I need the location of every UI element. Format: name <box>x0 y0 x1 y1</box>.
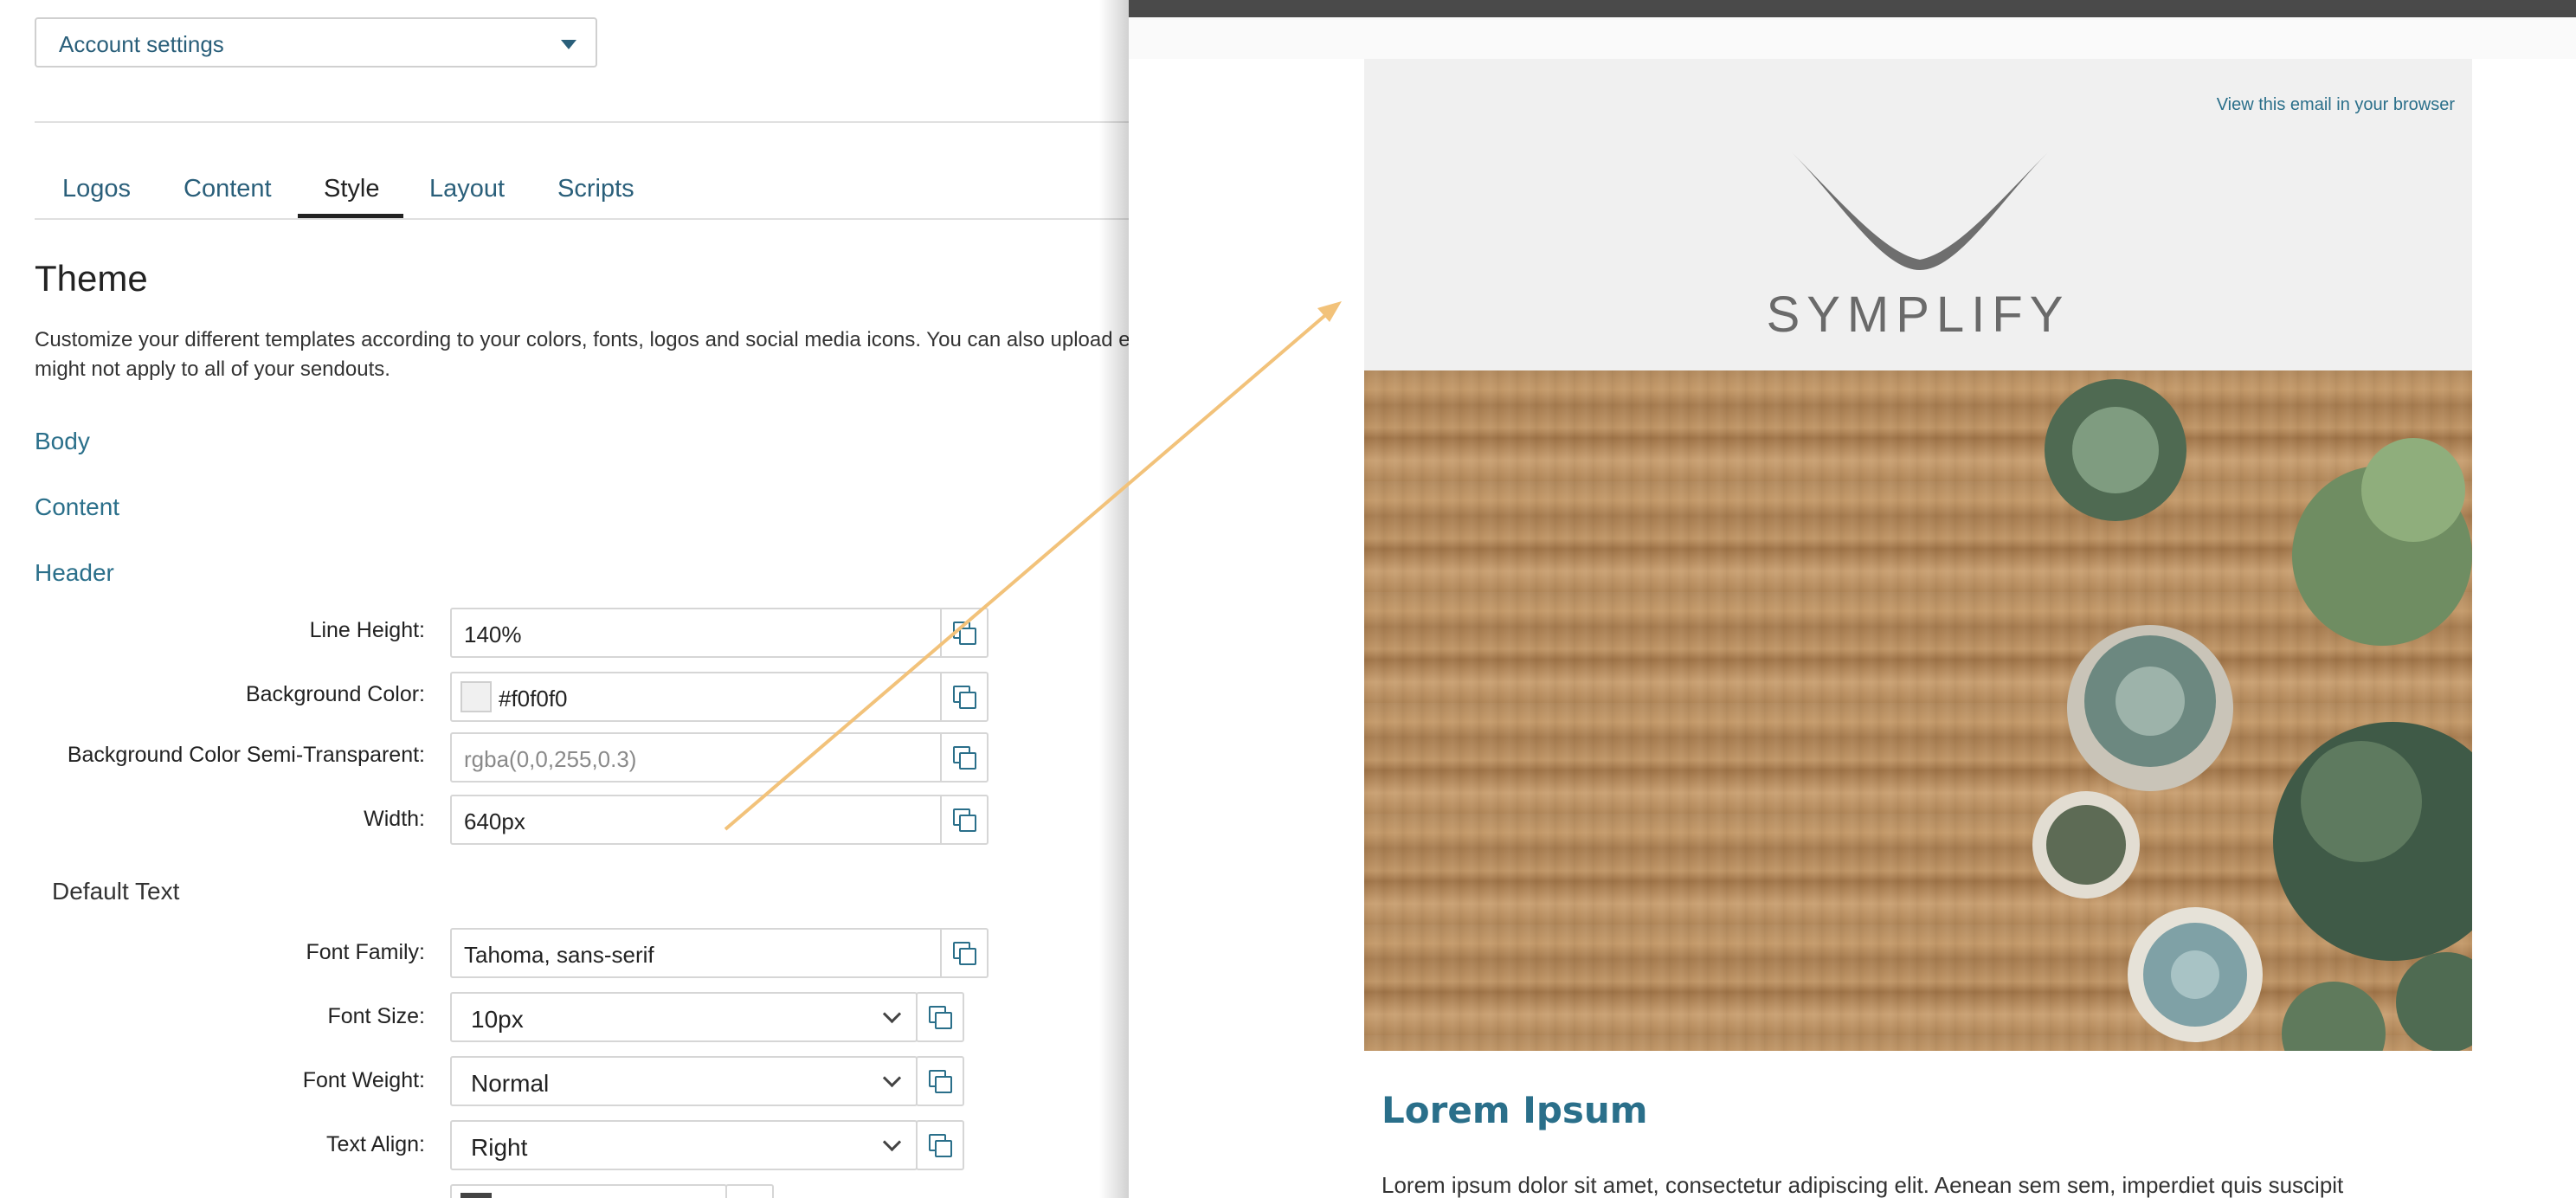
chevron-down-icon <box>882 1004 902 1024</box>
font-size-value: 10px <box>471 1006 524 1033</box>
email-header: View this email in your browser SYMPLIFY <box>1364 59 2472 370</box>
tab-label: Layout <box>429 175 506 203</box>
caret-down-icon <box>561 40 576 49</box>
divider <box>940 930 942 976</box>
tab-label: Content <box>184 175 272 203</box>
font-weight-value: Normal <box>471 1070 550 1097</box>
font-weight-label: Font Weight: <box>302 1068 425 1092</box>
tab-label: Scripts <box>557 175 634 203</box>
tab-content[interactable]: Content <box>184 164 312 218</box>
font-size-select[interactable]: 10px <box>450 992 918 1042</box>
divider <box>940 609 942 656</box>
preview-topbar <box>1129 0 2576 17</box>
background-color-input[interactable]: #f0f0f0 <box>450 672 989 722</box>
divider <box>940 673 942 720</box>
plants-illustration <box>2032 379 2472 1051</box>
email-heading: Lorem Ipsum <box>1381 1089 1648 1131</box>
section-body[interactable]: Body <box>35 428 90 455</box>
email-preview-panel: View this email in your browser SYMPLIFY <box>1129 0 2576 1198</box>
font-size-label: Font Size: <box>327 1004 425 1028</box>
next-field[interactable] <box>450 1184 727 1198</box>
font-family-value: Tahoma, sans-serif <box>464 942 654 968</box>
copy-icon[interactable] <box>929 1006 952 1029</box>
background-semi-placeholder: rgba(0,0,255,0.3) <box>464 746 637 772</box>
section-header[interactable]: Header <box>35 559 114 587</box>
tab-layout[interactable]: Layout <box>429 164 519 218</box>
next-copy-box <box>725 1184 774 1198</box>
copy-icon[interactable] <box>953 746 976 770</box>
tab-style[interactable]: Style <box>298 164 403 218</box>
font-weight-copy-box <box>916 1056 964 1106</box>
tab-logos[interactable]: Logos <box>35 164 137 218</box>
text-align-label: Text Align: <box>326 1132 425 1156</box>
tab-label: Logos <box>62 175 132 203</box>
background-color-value: #f0f0f0 <box>499 686 568 712</box>
color-swatch[interactable] <box>460 681 492 712</box>
copy-icon[interactable] <box>929 1134 952 1157</box>
email-canvas: View this email in your browser SYMPLIFY <box>1364 59 2472 1198</box>
section-content[interactable]: Content <box>35 493 119 521</box>
font-family-label: Font Family: <box>306 940 425 964</box>
text-align-value: Right <box>471 1134 528 1161</box>
divider <box>940 796 942 843</box>
font-size-copy-box <box>916 992 964 1042</box>
font-weight-select[interactable]: Normal <box>450 1056 918 1106</box>
copy-icon[interactable] <box>953 686 976 709</box>
width-value: 640px <box>464 808 525 834</box>
width-label: Width: <box>364 807 425 831</box>
background-semi-input[interactable]: rgba(0,0,255,0.3) <box>450 732 989 783</box>
symplify-logo-icon <box>1792 152 2048 270</box>
settings-panel: Account settings Logos Content Style Lay… <box>0 0 1129 1198</box>
font-family-input[interactable]: Tahoma, sans-serif <box>450 928 989 978</box>
panel-shadow <box>1099 0 1129 1198</box>
color-swatch[interactable] <box>460 1193 492 1198</box>
theme-description: Customize your different templates accor… <box>35 328 1129 381</box>
copy-icon[interactable] <box>953 808 976 832</box>
divider <box>35 218 1129 220</box>
hero-image <box>1364 370 2472 1051</box>
tab-scripts[interactable]: Scripts <box>557 164 644 218</box>
line-height-label: Line Height: <box>309 618 425 642</box>
logo-text: SYMPLIFY <box>1766 287 2070 343</box>
account-settings-dropdown[interactable]: Account settings <box>35 17 597 68</box>
tab-label: Style <box>324 175 380 203</box>
page-title: Theme <box>35 258 148 299</box>
default-text-heading: Default Text <box>52 878 180 905</box>
divider <box>940 734 942 781</box>
line-height-value: 140% <box>464 622 522 647</box>
email-body-text: Lorem ipsum dolor sit amet, consectetur … <box>1381 1172 2344 1198</box>
line-height-input[interactable]: 140% <box>450 608 989 658</box>
view-in-browser-link[interactable]: View this email in your browser <box>2217 95 2455 115</box>
text-align-select[interactable]: Right <box>450 1120 918 1170</box>
width-input[interactable]: 640px <box>450 795 989 845</box>
background-color-label: Background Color: <box>245 682 425 706</box>
divider <box>35 121 1129 123</box>
copy-icon[interactable] <box>953 942 976 965</box>
background-semi-label: Background Color Semi-Transparent: <box>67 743 425 767</box>
chevron-down-icon <box>882 1132 902 1152</box>
chevron-down-icon <box>882 1068 902 1088</box>
preview-toolbar <box>1129 17 2576 59</box>
text-align-copy-box <box>916 1120 964 1170</box>
account-settings-label: Account settings <box>59 31 224 57</box>
copy-icon[interactable] <box>929 1070 952 1093</box>
copy-icon[interactable] <box>953 622 976 645</box>
